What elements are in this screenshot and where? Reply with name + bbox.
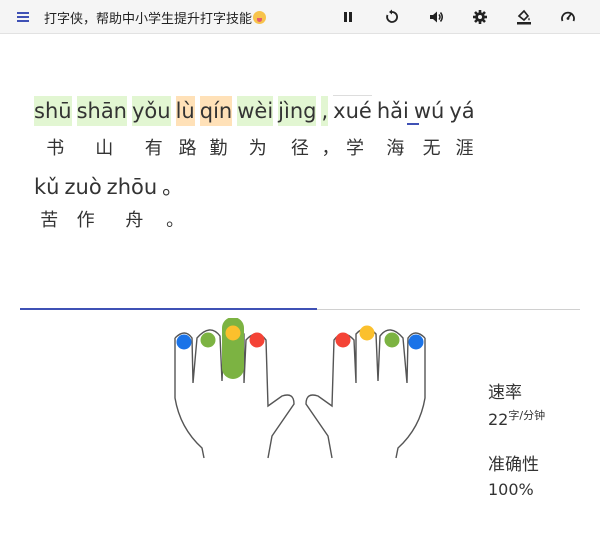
line2-hanzi-char: 舟 — [125, 210, 144, 231]
pinyin-line-2: kǔ zuò zhōu。 — [34, 172, 188, 202]
line1-hanzi-char: 有 — [144, 138, 163, 159]
line1-hanzi-char: 无 — [422, 138, 441, 159]
app-title: 打字侠，帮助中小学生提升打字技能 — [44, 8, 267, 27]
line1-hanzi-char: 海 — [386, 138, 405, 159]
line1-hanzi-char: 勤 — [209, 138, 228, 159]
speed-label: 速率 — [488, 383, 522, 403]
right-index-finger-dot — [335, 332, 351, 348]
right-pinky-finger-dot — [408, 334, 424, 350]
progress-fill — [20, 308, 317, 310]
line1-pinyin-syllable: yá — [449, 99, 475, 123]
line1-pinyin-syllable: hǎi — [376, 99, 409, 123]
paint-bucket-icon[interactable] — [514, 7, 534, 27]
right-ring-finger-dot — [384, 332, 400, 348]
line2-hanzi-char: 。 — [166, 210, 185, 231]
accuracy-value: 100% — [488, 480, 534, 499]
accuracy-label: 准确性 — [488, 455, 539, 475]
smile-emoji-icon — [253, 11, 267, 24]
line1-pinyin-syllable: qín — [199, 96, 233, 126]
line2-hanzi-char: 作 — [76, 210, 95, 231]
typing-cursor — [407, 123, 419, 125]
hands-illustration — [174, 317, 426, 459]
speed-unit: 字/分钟 — [508, 409, 546, 422]
line1-hanzi-char: 学 — [346, 138, 364, 159]
line1-pinyin-syllable: jìng — [278, 96, 317, 126]
gauge-icon[interactable] — [558, 7, 578, 27]
line1-pinyin-syllable: wèi — [237, 96, 274, 126]
line1-pinyin-syllable: shū — [34, 96, 72, 126]
line1-pinyin-syllable: xué — [333, 95, 372, 126]
pause-icon[interactable] — [338, 7, 358, 27]
line2-pinyin-syllable: kǔ — [34, 175, 60, 199]
restart-icon[interactable] — [382, 7, 402, 27]
line1-pinyin-syllable: shān — [76, 96, 127, 126]
line2-pinyin-syllable: 。 — [162, 175, 184, 199]
hanzi-line-1: 书 山 有路勤为 径 ， 学 海无涯 — [34, 134, 480, 160]
line1-pinyin-syllable: , — [321, 96, 329, 126]
line2-pinyin-syllable: zhōu — [106, 175, 158, 199]
line1-pinyin-syllable: wú — [413, 99, 445, 123]
line1-hanzi-char: 为 — [248, 138, 267, 159]
settings-icon[interactable] — [470, 7, 490, 27]
left-index-finger-dot — [249, 332, 265, 348]
hanzi-line-2: 苦作 舟 。 — [34, 206, 188, 232]
finger-guide — [160, 317, 440, 468]
line2-pinyin-syllable: zuò — [64, 175, 102, 199]
right-middle-finger-dot — [359, 325, 375, 341]
line1-hanzi-char: 书 — [46, 138, 65, 159]
line1-hanzi-char: 山 — [95, 138, 114, 159]
progress-bar — [20, 308, 580, 310]
line1-hanzi-char: ， — [321, 138, 340, 159]
line1-pinyin-syllable: lù — [175, 96, 195, 126]
volume-icon[interactable] — [426, 7, 446, 27]
pinyin-line-1: shū shān yǒu lù qín wèi jìng, xué hǎi wú yá — [34, 95, 480, 126]
speed-value: 22字/分钟 — [488, 409, 546, 429]
line1-hanzi-char: 径 — [290, 138, 309, 159]
left-pinky-finger-dot — [176, 334, 192, 350]
app-bar: 打字侠，帮助中小学生提升打字技能 — [0, 0, 600, 34]
line1-hanzi-char: 路 — [178, 138, 197, 159]
menu-icon[interactable] — [14, 9, 34, 25]
left-ring-finger-dot — [200, 332, 216, 348]
line2-hanzi-char: 苦 — [40, 210, 59, 231]
line1-pinyin-syllable: yǒu — [132, 96, 171, 126]
left-middle-finger-dot — [225, 325, 241, 341]
line1-hanzi-char: 涯 — [455, 138, 474, 159]
